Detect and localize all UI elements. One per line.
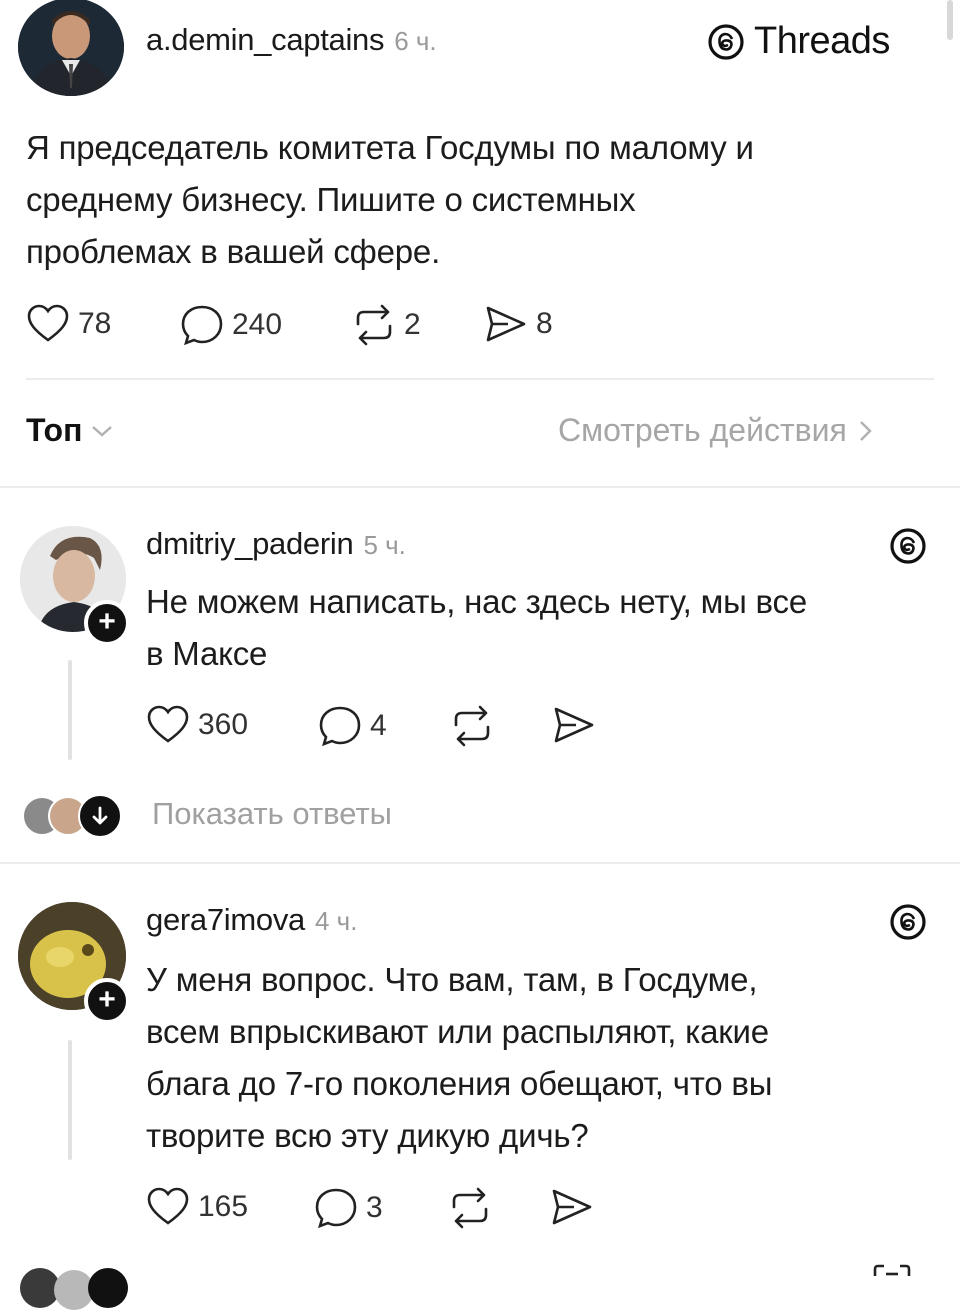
post-text-line: среднему бизнесу. Пишите о системных xyxy=(26,181,636,218)
repost-icon xyxy=(356,304,392,346)
reply-text: Не можем написать, нас здесь нету, мы вс… xyxy=(146,576,936,680)
post-text-line: Я председатель комитета Госдумы по малом… xyxy=(26,129,754,166)
heart-icon xyxy=(147,1187,189,1225)
reply-header: gera7imova 4 ч. xyxy=(146,902,357,938)
view-activity-link[interactable]: Смотреть действия xyxy=(558,412,875,449)
chevron-right-icon xyxy=(859,420,872,441)
heart-icon xyxy=(147,705,189,743)
post-repost-button[interactable]: 2 xyxy=(352,304,421,346)
reply-time: 4 ч. xyxy=(314,906,358,936)
reply-text-line: творите всю эту дикую дичь? xyxy=(146,1117,589,1154)
reply-text-line: У меня вопрос. Что вам, там, в Госдуме, xyxy=(146,961,758,998)
comment-icon xyxy=(181,305,223,346)
post-share-count: 8 xyxy=(536,307,553,340)
scan-icon[interactable] xyxy=(872,1264,912,1278)
comment-icon xyxy=(319,706,361,747)
sort-dropdown[interactable]: Топ xyxy=(26,412,114,449)
reply-text-line: блага до 7-го поколения обещают, что вы xyxy=(146,1065,773,1102)
show-replies-row[interactable]: Показать ответы xyxy=(22,792,462,838)
threads-brand: Threads xyxy=(706,20,890,63)
post-header: a.demin_captains 6 ч. xyxy=(146,22,437,58)
comment-icon xyxy=(315,1188,357,1229)
reply-divider xyxy=(0,862,960,864)
reply-repost-button[interactable] xyxy=(450,705,494,747)
repost-icon xyxy=(454,705,490,747)
reply-repost-button[interactable] xyxy=(448,1187,492,1229)
view-activity-label: Смотреть действия xyxy=(558,412,847,448)
reply-share-button[interactable] xyxy=(552,705,596,745)
thread-line xyxy=(68,660,72,760)
post-like-button[interactable]: 78 xyxy=(26,304,111,344)
author-photo-icon xyxy=(18,0,124,96)
plus-icon: + xyxy=(98,982,116,1016)
repost-icon xyxy=(452,1187,488,1229)
thread-line xyxy=(68,1040,72,1160)
sort-label: Топ xyxy=(26,412,83,448)
share-icon xyxy=(554,707,594,743)
replier-avatar xyxy=(88,1268,128,1308)
reply-like-button[interactable]: 360 xyxy=(146,705,248,745)
follow-plus-button[interactable]: + xyxy=(84,600,130,646)
reply-text-line: в Максе xyxy=(146,635,268,672)
post-like-count: 78 xyxy=(78,307,112,340)
post-repost-count: 2 xyxy=(404,308,421,341)
chevron-down-icon xyxy=(92,425,113,437)
share-icon xyxy=(552,1189,592,1225)
post-share-button[interactable]: 8 xyxy=(484,304,553,344)
reply-header: dmitriy_paderin 5 ч. xyxy=(146,526,406,562)
reply-like-button[interactable]: 165 xyxy=(146,1187,248,1227)
arrow-down-icon xyxy=(78,794,122,838)
reply-time: 5 ч. xyxy=(363,530,406,560)
post-text: Я председатель комитета Госдумы по малом… xyxy=(26,122,926,278)
reply-text: У меня вопрос. Что вам, там, в Госдуме, … xyxy=(146,954,936,1162)
heart-icon xyxy=(27,304,69,342)
reply-text-line: Не можем написать, нас здесь нету, мы вс… xyxy=(146,583,807,620)
threads-brand-label: Threads xyxy=(754,20,890,62)
threads-logo-icon xyxy=(708,23,744,60)
post-comment-count: 240 xyxy=(232,308,283,341)
post-author-name[interactable]: a.demin_captains xyxy=(146,22,385,58)
reply-comment-button[interactable]: 4 xyxy=(318,705,387,747)
post-time: 6 ч. xyxy=(394,26,437,56)
reply-comment-button[interactable]: 3 xyxy=(314,1187,383,1229)
share-icon xyxy=(486,306,526,342)
plus-icon: + xyxy=(98,604,116,638)
scrollbar[interactable] xyxy=(947,0,953,40)
reply-share-button[interactable] xyxy=(550,1187,594,1227)
reply-comment-count: 4 xyxy=(370,709,387,742)
reply-like-count: 360 xyxy=(198,708,249,741)
threads-logo-icon[interactable] xyxy=(888,902,928,942)
follow-plus-button[interactable]: + xyxy=(84,978,130,1024)
show-replies-label: Показать ответы xyxy=(152,796,392,831)
post-comment-button[interactable]: 240 xyxy=(180,304,282,346)
post-divider xyxy=(26,378,934,380)
reply-comment-count: 3 xyxy=(366,1191,383,1224)
reply-like-count: 165 xyxy=(198,1190,249,1223)
reply-author-name[interactable]: dmitriy_paderin xyxy=(146,526,354,562)
sort-divider xyxy=(0,486,960,488)
reply-author-name[interactable]: gera7imova xyxy=(146,902,305,938)
threads-logo-icon[interactable] xyxy=(888,526,928,566)
reply-text-line: всем впрыскивают или распыляют, какие xyxy=(146,1013,769,1050)
post-text-line: проблемах в вашей сфере. xyxy=(26,233,441,270)
post-author-avatar[interactable] xyxy=(18,0,124,96)
